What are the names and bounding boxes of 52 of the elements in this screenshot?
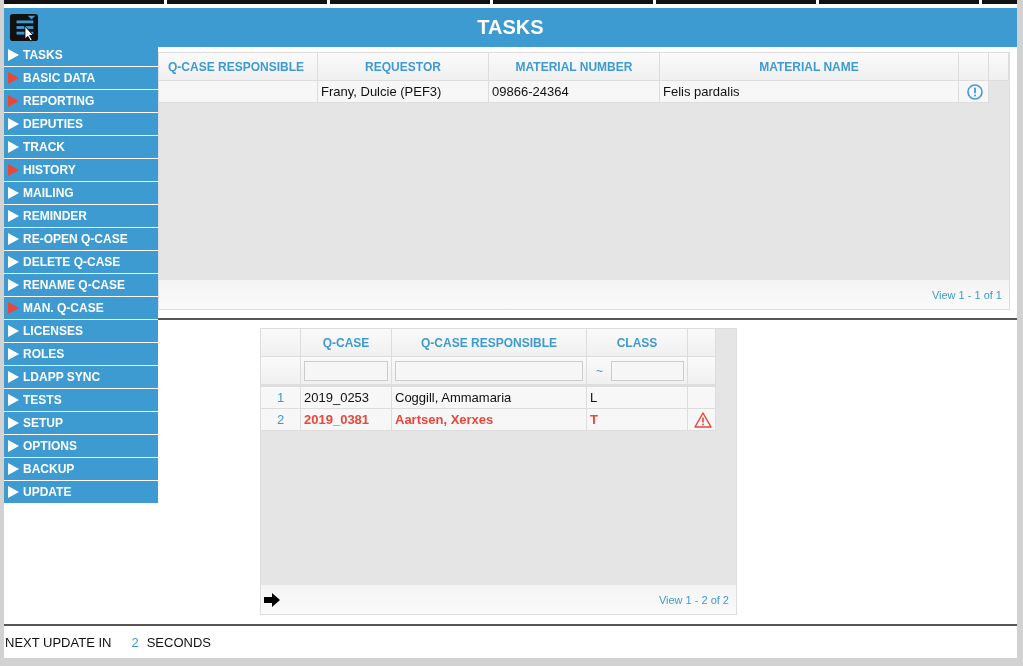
filter-field[interactable] xyxy=(395,360,583,381)
menu-item[interactable]: MAILING xyxy=(4,182,158,205)
menu-item[interactable]: ROLES xyxy=(4,343,158,366)
warning-icon xyxy=(694,411,712,428)
menu-item[interactable]: SETUP xyxy=(4,412,158,435)
table-cell: 2019_0253 xyxy=(301,387,392,409)
filter-operator[interactable]: ~ xyxy=(590,363,603,378)
exclamation-circle-icon xyxy=(967,83,983,100)
menu-item[interactable]: BASIC DATA xyxy=(4,67,158,90)
arrow-right-icon[interactable] xyxy=(264,592,280,607)
menu-item[interactable]: RE-OPEN Q-CASE xyxy=(4,228,158,251)
menu-item[interactable]: TRACK xyxy=(4,136,158,159)
menu-item[interactable]: UPDATE xyxy=(4,481,158,504)
column-header[interactable]: Q-CASE RESPONSIBLE xyxy=(392,329,587,357)
menu-item[interactable]: RENAME Q-CASE xyxy=(4,274,158,297)
table-cell: Felis pardalis xyxy=(660,81,959,103)
menu-item[interactable]: REPORTING xyxy=(4,90,158,113)
column-header[interactable]: Q-CASE xyxy=(301,329,392,357)
filter-field[interactable] xyxy=(611,360,684,381)
column-header[interactable]: MATERIAL NUMBER xyxy=(489,53,660,81)
filter-field[interactable] xyxy=(304,360,388,381)
row-number: 1 xyxy=(261,387,301,409)
status-text: SECONDS xyxy=(146,634,211,650)
menu-item[interactable]: HISTORY xyxy=(4,159,158,182)
menu-item[interactable]: MAN. Q-CASE xyxy=(4,297,158,320)
column-header[interactable]: REQUESTOR xyxy=(318,53,489,81)
table-cell: Coggill, Ammamaria xyxy=(392,387,587,409)
table-cell: Frany, Dulcie (PEF3) xyxy=(318,81,489,103)
menu-item[interactable]: TASKS xyxy=(4,44,158,67)
column-header[interactable]: MATERIAL NAME xyxy=(660,53,959,81)
pager-text: View 1 - 2 of 2 xyxy=(658,593,729,606)
table-cell: 09866-24364 xyxy=(489,81,660,103)
table-cell: Aartsen, Xerxes xyxy=(392,409,587,431)
column-header[interactable]: Q-CASE RESPONSIBLE xyxy=(159,53,318,81)
countdown-value: 2 xyxy=(131,634,139,650)
status-text: NEXT UPDATE IN xyxy=(5,634,112,650)
table-cell: 2019_0381 xyxy=(301,409,392,431)
menu-item[interactable]: REMINDER xyxy=(4,205,158,228)
table-cell: T xyxy=(587,409,688,431)
menu-item[interactable]: TESTS xyxy=(4,389,158,412)
column-header[interactable]: CLASS xyxy=(587,329,688,357)
menu-item[interactable]: LICENSES xyxy=(4,320,158,343)
menu-item[interactable]: OPTIONS xyxy=(4,435,158,458)
menu-item[interactable]: BACKUP xyxy=(4,458,158,481)
menu-icon[interactable] xyxy=(9,13,39,42)
menu-item[interactable]: DEPUTIES xyxy=(4,113,158,136)
menu-item[interactable]: DELETE Q-CASE xyxy=(4,251,158,274)
row-number: 2 xyxy=(261,409,301,431)
page-title: TASKS xyxy=(477,16,544,39)
table-cell: L xyxy=(587,387,688,409)
pager-text: View 1 - 1 of 1 xyxy=(931,288,1002,301)
menu-item[interactable]: LDAPP SYNC xyxy=(4,366,158,389)
